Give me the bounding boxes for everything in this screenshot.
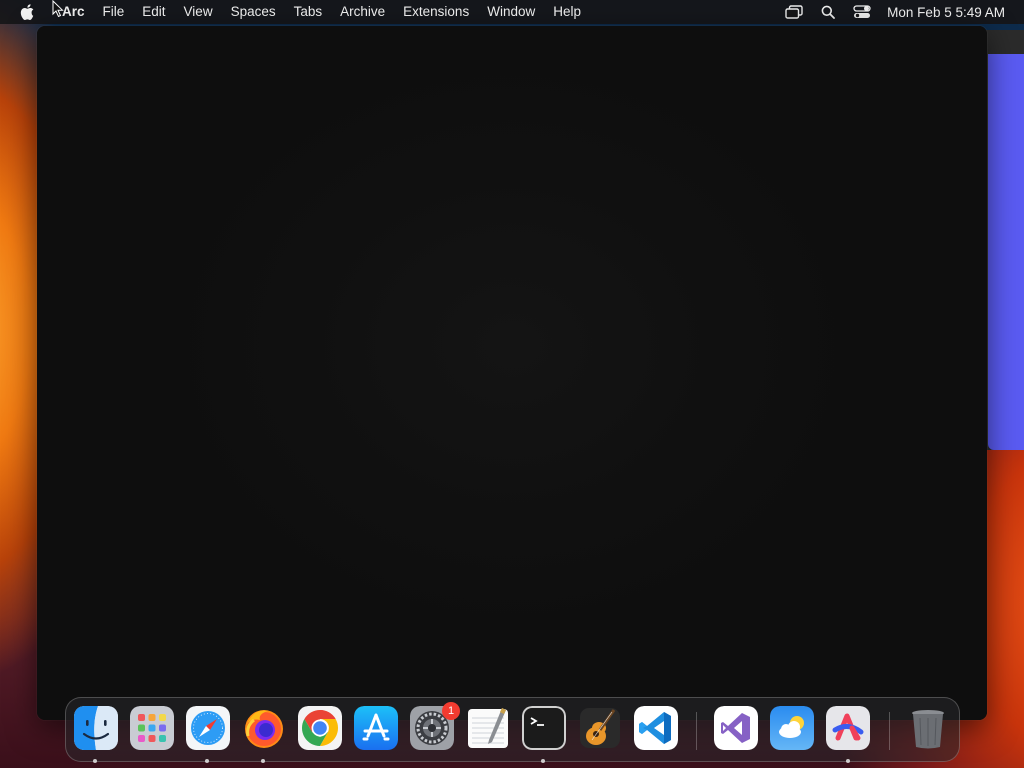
weather-icon <box>770 706 814 750</box>
launchpad-icon <box>130 706 174 750</box>
menu-edit[interactable]: Edit <box>133 0 174 24</box>
menu-window[interactable]: Window <box>478 0 544 24</box>
menu-archive[interactable]: Archive <box>331 0 394 24</box>
textedit-icon <box>466 706 510 750</box>
apple-menu-icon[interactable] <box>20 4 34 20</box>
background-window-content <box>988 54 1024 450</box>
dock-running-indicator-safari <box>205 759 209 763</box>
visual-studio-icon <box>714 706 758 750</box>
menu-bar: Arc File Edit View Spaces Tabs Archive E… <box>0 0 1024 24</box>
app-store-icon <box>354 706 398 750</box>
dock-trash[interactable] <box>906 706 950 750</box>
dock-finder[interactable] <box>74 706 118 750</box>
dock-textedit[interactable] <box>466 706 510 750</box>
arc-browser-window[interactable] <box>37 26 987 720</box>
dock-safari[interactable] <box>186 706 230 750</box>
dock-separator <box>889 712 890 750</box>
dock-chrome[interactable] <box>298 706 342 750</box>
arc-window-content[interactable] <box>37 26 987 720</box>
menu-view[interactable]: View <box>175 0 222 24</box>
dock-terminal[interactable] <box>522 706 566 750</box>
control-center-icon[interactable] <box>845 0 879 24</box>
notification-badge: 1 <box>442 702 460 720</box>
menu-help[interactable]: Help <box>544 0 590 24</box>
menu-status-area: Mon Feb 5 5:49 AM <box>777 0 1024 24</box>
screen-mirroring-icon[interactable] <box>777 0 811 24</box>
dock-app-store[interactable] <box>354 706 398 750</box>
menu-clock[interactable]: Mon Feb 5 5:49 AM <box>879 5 1024 20</box>
firefox-icon <box>242 706 286 750</box>
dock-launchpad[interactable] <box>130 706 174 750</box>
dock-garageband[interactable] <box>578 706 622 750</box>
menu-extensions[interactable]: Extensions <box>394 0 478 24</box>
menu-file[interactable]: File <box>94 0 134 24</box>
vscode-icon <box>634 706 678 750</box>
arc-icon <box>826 706 870 750</box>
terminal-icon <box>522 706 566 750</box>
mouse-cursor-icon <box>52 0 64 18</box>
dock-firefox[interactable] <box>242 706 286 750</box>
dock-system-settings[interactable]: 1 <box>410 702 460 750</box>
dock-visual-studio[interactable] <box>714 706 758 750</box>
garageband-icon <box>578 706 622 750</box>
trash-icon <box>906 706 950 750</box>
finder-icon <box>74 706 118 750</box>
dock-running-indicator-firefox <box>261 759 265 763</box>
dock-arc[interactable] <box>826 706 870 750</box>
dock-running-indicator-terminal <box>541 759 545 763</box>
dock-weather[interactable] <box>770 706 814 750</box>
dock-running-indicator-finder <box>93 759 97 763</box>
dock-vscode[interactable] <box>634 706 678 750</box>
dock-running-indicator-arc <box>846 759 850 763</box>
safari-icon <box>186 706 230 750</box>
search-icon[interactable] <box>811 0 845 24</box>
chrome-icon <box>298 706 342 750</box>
menu-spaces[interactable]: Spaces <box>222 0 285 24</box>
dock: 1 <box>65 697 960 762</box>
dock-separator <box>696 712 697 750</box>
menu-tabs[interactable]: Tabs <box>285 0 332 24</box>
